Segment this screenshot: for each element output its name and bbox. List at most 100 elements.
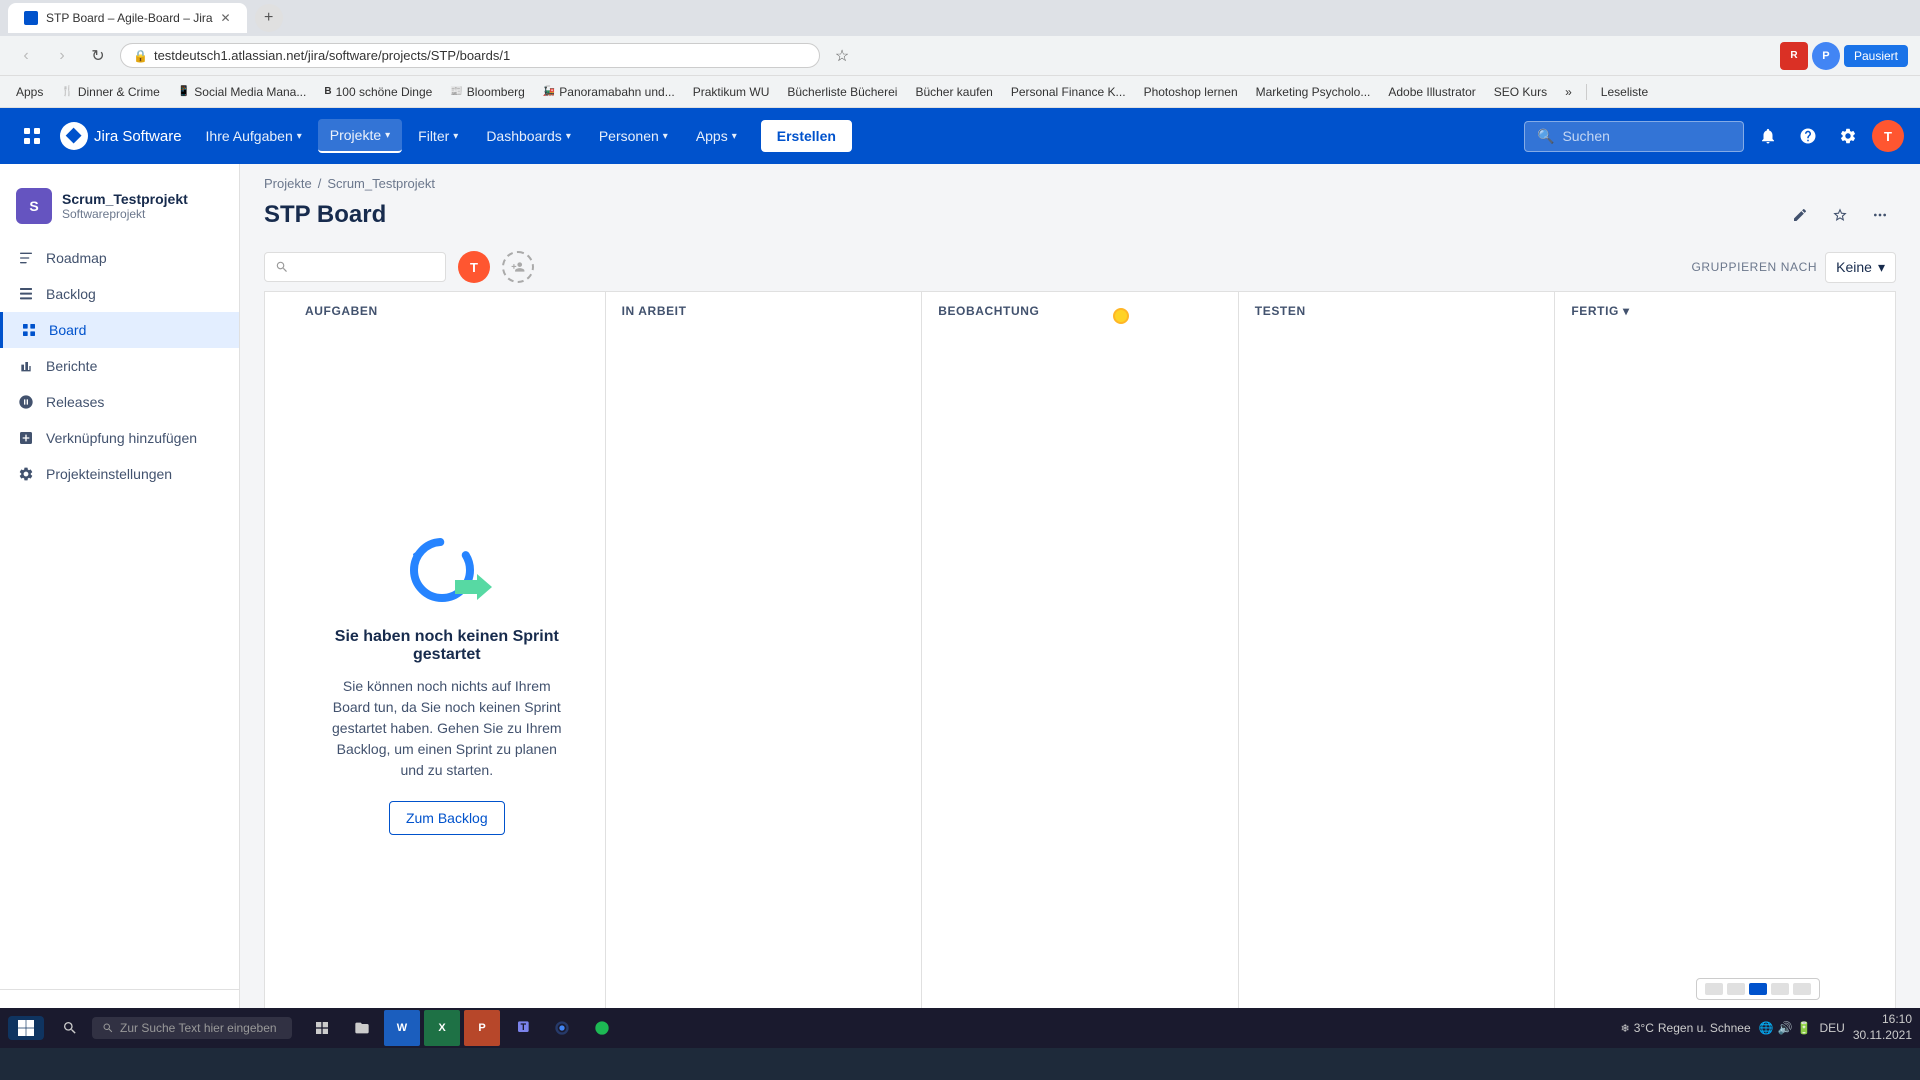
breadcrumb-projects[interactable]: Projekte [264,176,312,191]
spotify-btn[interactable] [584,1010,620,1046]
new-tab-btn[interactable]: + [255,4,283,32]
sidebar-item-add-link[interactable]: Verknüpfung hinzufügen [0,420,239,456]
bookmark-label: Personal Finance K... [1011,85,1126,99]
sidebar-item-settings[interactable]: Projekteinstellungen [0,456,239,492]
bookmark-seo[interactable]: SEO Kurs [1486,81,1555,103]
help-btn[interactable] [1792,120,1824,152]
status-bar [0,1048,1920,1080]
powerpoint-btn[interactable]: P [464,1010,500,1046]
excel-btn[interactable]: X [424,1010,460,1046]
preview-cell-1 [1705,983,1723,995]
sidebar-item-board[interactable]: Board [0,312,239,348]
column-in-arbeit: IN ARBEIT [606,292,923,1037]
grid-menu-btn[interactable] [16,120,48,152]
nav-filter[interactable]: Filter ▾ [406,120,470,152]
bookmark-100[interactable]: B 100 schöne Dinge [316,81,440,103]
board-controls: T GRUPPIEREN NACH Keine ▾ [240,243,1920,291]
bookmark-bucher[interactable]: Bücher kaufen [907,81,1000,103]
sidebar-item-backlog[interactable]: Backlog [0,276,239,312]
bookmark-bloomberg[interactable]: 📰 Bloomberg [442,81,532,103]
tab-favicon [24,11,38,25]
settings-btn[interactable] [1832,120,1864,152]
star-board-btn[interactable] [1824,199,1856,231]
refresh-btn[interactable]: ↻ [84,42,112,70]
tab-close-btn[interactable]: ✕ [221,11,231,25]
settings-sidebar-icon [16,464,36,484]
nav-apps[interactable]: Apps ▾ [684,120,749,152]
add-person-icon [511,260,525,274]
temperature-text: 3°C [1634,1021,1654,1035]
column-header-in-arbeit: IN ARBEIT [606,292,922,330]
nav-aufgaben[interactable]: Ihre Aufgaben ▾ [194,120,314,152]
project-type: Softwareprojekt [62,207,188,221]
bookmark-dinner[interactable]: 🍴 Dinner & Crime [53,81,167,103]
bookmark-praktikum[interactable]: Praktikum WU [685,81,778,103]
bookmark-illustrator[interactable]: Adobe Illustrator [1380,81,1483,103]
chrome-btn[interactable] [544,1010,580,1046]
bookmark-label: Adobe Illustrator [1388,85,1475,99]
bookmark-panorama[interactable]: 🚂 Panoramabahn und... [535,81,683,103]
file-explorer-btn[interactable] [344,1010,380,1046]
bookmark-leseliste[interactable]: Leseliste [1593,81,1656,103]
more-options-btn[interactable] [1864,199,1896,231]
column-label: IN ARBEIT [622,304,687,318]
bookmark-finance[interactable]: Personal Finance K... [1003,81,1134,103]
sidebar-item-roadmap[interactable]: Roadmap [0,240,239,276]
bookmark-more[interactable]: » [1557,81,1580,103]
nav-dashboards[interactable]: Dashboards ▾ [474,120,583,152]
pausiert-btn[interactable]: Pausiert [1844,45,1908,67]
search-input[interactable] [1562,128,1731,144]
jira-logo[interactable]: Jira Software [60,122,182,150]
taskbar-right: ❄ 3°C Regen u. Schnee 🌐 🔊 🔋 DEU 16:10 30… [1621,1012,1912,1043]
bookmark-label: Dinner & Crime [78,85,160,99]
sidebar-item-berichte[interactable]: Berichte [0,348,239,384]
profile-btn[interactable]: P [1812,42,1840,70]
taskbar-search[interactable]: Zur Suche Text hier eingeben [92,1017,292,1039]
back-btn[interactable]: ‹ [12,42,40,70]
chevron-down-icon[interactable]: ▾ [1623,304,1630,318]
user-avatar-btn[interactable]: T [1872,120,1904,152]
bookmark-photoshop[interactable]: Photoshop lernen [1136,81,1246,103]
word-btn[interactable]: W [384,1010,420,1046]
bookmark-label: Photoshop lernen [1144,85,1238,99]
teams-btn[interactable] [504,1010,540,1046]
start-btn[interactable] [8,1016,44,1040]
bookmark-star-btn[interactable]: ☆ [828,42,856,70]
task-view-btn[interactable] [304,1010,340,1046]
bookmark-social[interactable]: 📱 Social Media Mana... [170,81,315,103]
nav-projekte[interactable]: Projekte ▾ [318,119,402,153]
bookmark-marketing[interactable]: Marketing Psycholo... [1248,81,1379,103]
sidebar-item-label: Backlog [46,286,96,302]
chevron-down-icon: ▾ [453,131,458,142]
browser-tab[interactable]: STP Board – Agile-Board – Jira ✕ [8,3,247,33]
notifications-btn[interactable] [1752,120,1784,152]
nav-personen[interactable]: Personen ▾ [587,120,680,152]
search-bar[interactable]: 🔍 [1524,121,1744,152]
extension-btn-1[interactable]: R [1780,42,1808,70]
group-by-select[interactable]: Keine ▾ [1825,252,1896,283]
weather-text: Regen u. Schnee [1658,1021,1751,1035]
chevron-down-icon: ▾ [297,131,302,142]
board-search[interactable] [264,252,446,282]
group-by-label: GRUPPIEREN NACH [1691,260,1817,274]
sidebar-item-releases[interactable]: Releases [0,384,239,420]
board-avatar-t[interactable]: T [458,251,490,283]
address-bar[interactable]: 🔒 testdeutsch1.atlassian.net/jira/softwa… [120,43,820,68]
column-fertig: FERTIG ▾ [1555,292,1871,1037]
column-body-aufgaben: Sie haben noch keinen Sprint gestartet S… [289,330,605,1037]
group-by-control: GRUPPIEREN NACH Keine ▾ [1691,252,1896,283]
zum-backlog-btn[interactable]: Zum Backlog [389,801,505,835]
breadcrumb-project[interactable]: Scrum_Testprojekt [327,176,435,191]
bookmark-bucherliste[interactable]: Bücherliste Bücherei [779,81,905,103]
board-add-member-btn[interactable] [502,251,534,283]
system-icons: 🌐 🔊 🔋 [1759,1021,1812,1035]
search-taskbar-btn[interactable] [52,1010,88,1046]
create-btn[interactable]: Erstellen [761,120,852,152]
forward-btn[interactable]: › [48,42,76,70]
column-body-in-arbeit [606,330,922,1037]
project-name: Scrum_Testprojekt [62,191,188,207]
edit-board-btn[interactable] [1784,199,1816,231]
board-search-input[interactable] [295,259,435,275]
bookmark-apps[interactable]: Apps [8,81,51,103]
main-layout: S Scrum_Testprojekt Softwareprojekt Road… [0,164,1920,1080]
